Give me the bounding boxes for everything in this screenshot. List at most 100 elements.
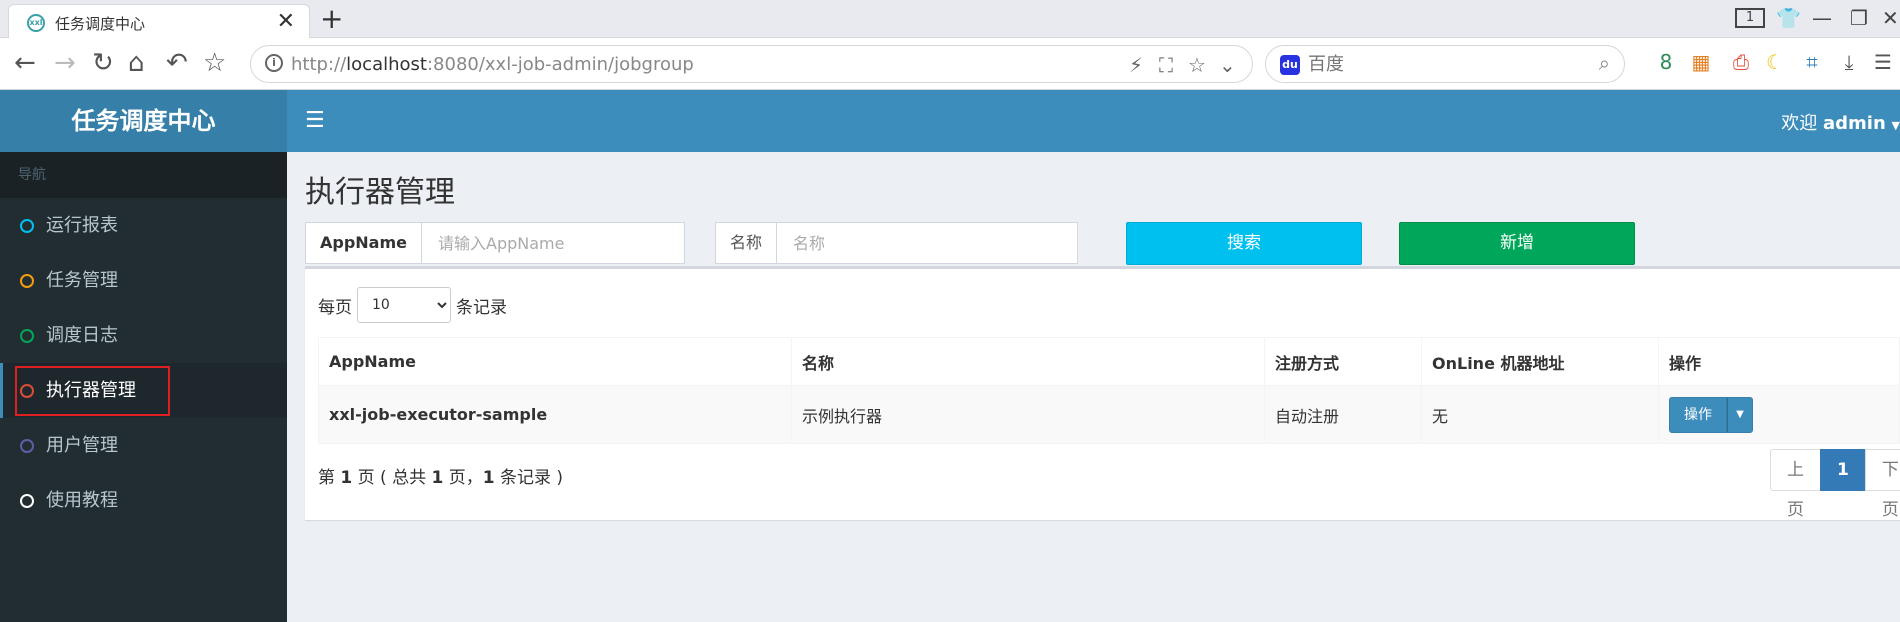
action-dropdown-icon[interactable]: ▼ [1727,396,1753,433]
forward-icon[interactable]: → [54,48,76,78]
new-tab-icon[interactable]: + [320,2,343,35]
next-page-button[interactable]: 下页 [1864,449,1900,520]
page-length-select[interactable]: 10 [357,287,451,323]
cell-online: 无 [1421,385,1659,444]
info-total-pages: 1 [431,468,444,488]
sidebar-item-reports[interactable]: 运行报表 [0,198,287,253]
table-row: xxl-job-executor-sample 示例执行器 自动注册 无 操作 … [318,385,1900,444]
screenshot-icon[interactable]: ⛶ [1159,53,1173,77]
night-mode-icon[interactable]: ☾ [1762,49,1788,75]
home-icon[interactable]: ⌂ [128,48,145,78]
name-input[interactable] [777,222,1079,264]
info-text: 页 ( 总共 [352,468,432,488]
tab-count-icon[interactable]: 1 [1735,8,1765,28]
column-header-name[interactable]: 名称 [791,337,1265,386]
extension-green-icon[interactable]: 8 [1653,49,1679,75]
url-text[interactable]: http://localhost:8080/xxl-job-admin/jobg… [291,54,694,75]
sidebar-menu: 运行报表 任务管理 调度日志 执行器管理 用户管理 使用教程 [0,198,287,528]
sidebar-item-logs[interactable]: 调度日志 [0,308,287,363]
action-button[interactable]: 操作 [1669,396,1727,433]
sidebar-item-executors[interactable]: 执行器管理 [0,363,287,418]
caret-down-icon: ▼ [1891,119,1900,132]
restore-icon[interactable]: ❐ [1850,6,1868,30]
url-bar[interactable]: i http://localhost:8080/xxl-job-admin/jo… [250,45,1253,83]
sidebar-item-jobs[interactable]: 任务管理 [0,253,287,308]
minimize-icon[interactable]: — [1812,6,1832,30]
sidebar-item-label: 调度日志 [46,325,118,346]
info-text: 条记录 ) [494,468,564,488]
lightning-icon[interactable]: ⚡ [1129,53,1143,77]
column-header-action: 操作 [1658,337,1900,386]
appname-label: AppName [305,222,422,264]
page-title: 执行器管理 [305,175,455,210]
name-label: 名称 [715,222,778,264]
url-path: :8080/xxl-job-admin/jobgroup [426,54,694,75]
chevron-down-icon[interactable]: ⌄ [1219,53,1236,77]
circle-icon [20,494,34,508]
cell-appname: xxl-job-executor-sample [318,385,792,444]
name-filter: 名称 [715,222,1079,264]
appname-filter: AppName [305,222,685,264]
pdf-icon[interactable]: ⎙ [1728,49,1754,75]
info-page: 1 [340,468,353,488]
add-button[interactable]: 新增 [1399,222,1635,265]
column-header-appname[interactable]: AppName [318,337,792,386]
site-info-icon[interactable]: i [265,54,283,72]
sidebar-item-label: 执行器管理 [46,380,136,401]
top-navbar: ☰ 欢迎 admin ▼ [287,90,1900,152]
reload-icon[interactable]: ↻ [92,48,114,78]
sidebar-item-help[interactable]: 使用教程 [0,473,287,528]
close-tab-icon[interactable]: ✕ [277,9,295,34]
sidebar-item-label: 用户管理 [46,435,118,456]
bookmark-icon[interactable]: ☆ [203,48,226,78]
browser-tab-bar: xxl 任务调度中心 ✕ + 1 👕 — ❐ ✕ [0,0,1900,38]
action-button-group: 操作 ▼ [1669,396,1753,433]
browser-address-bar: ← → ↻ ⌂ ↶ ☆ i http://localhost:8080/xxl-… [0,38,1900,90]
close-window-icon[interactable]: ✕ [1882,6,1899,30]
info-records: 1 [482,468,495,488]
sidebar: 导航 运行报表 任务管理 调度日志 执行器管理 用户管理 使用教程 [0,152,287,622]
download-icon[interactable]: ⤓ [1836,49,1862,75]
appname-input[interactable] [422,222,685,264]
column-header-reg-type[interactable]: 注册方式 [1264,337,1422,386]
search-button[interactable]: 搜索 [1126,222,1362,265]
executor-table-box: 每页 10 条记录 AppName 名称 注册方式 OnLine 机器地址 操作… [305,266,1900,520]
column-header-online[interactable]: OnLine 机器地址 [1421,337,1659,386]
back-icon[interactable]: ← [14,48,36,78]
skin-icon[interactable]: 👕 [1776,6,1801,30]
browser-search-input[interactable] [1308,52,1568,76]
welcome-text: 欢迎 [1781,113,1818,134]
baidu-icon: du [1280,55,1300,75]
cell-reg-type: 自动注册 [1264,385,1422,444]
pagination: 上页 1 下页 [1770,449,1900,520]
executor-table: AppName 名称 注册方式 OnLine 机器地址 操作 xxl-job-e… [318,337,1900,444]
user-menu[interactable]: 欢迎 admin ▼ [1781,109,1900,135]
tab-title: 任务调度中心 [55,15,146,33]
info-text: 第 [318,468,341,488]
search-icon[interactable]: ⌕ [1599,51,1610,75]
app-logo[interactable]: 任务调度中心 [0,90,287,152]
browser-search-box[interactable]: du ⌕ [1265,45,1625,83]
sidebar-item-users[interactable]: 用户管理 [0,418,287,473]
app-grid-icon[interactable]: ▦ [1688,49,1714,75]
sidebar-item-label: 使用教程 [46,490,118,511]
url-host: localhost [346,54,427,75]
circle-icon [20,384,34,398]
pagination-info: 第 1 页 ( 总共 1 页，1 条记录 ) [318,463,563,488]
crop-icon[interactable]: ⌗ [1799,49,1825,75]
page-length-suffix: 条记录 [456,297,507,318]
username: admin [1823,113,1886,134]
page-length-control: 每页 10 条记录 [318,287,507,323]
menu-icon[interactable]: ☰ [1870,49,1896,75]
circle-icon [20,439,34,453]
favorite-star-icon[interactable]: ☆ [1188,53,1206,77]
page-length-prefix: 每页 [318,297,352,318]
sidebar-item-label: 运行报表 [46,215,118,236]
sidebar-toggle-icon[interactable]: ☰ [305,108,325,133]
browser-tab[interactable]: xxl 任务调度中心 ✕ [8,4,310,38]
page-1-button[interactable]: 1 [1820,449,1866,491]
sidebar-header: 导航 [0,152,287,198]
circle-icon [20,274,34,288]
prev-page-button[interactable]: 上页 [1770,449,1821,520]
undo-close-icon[interactable]: ↶ [166,48,188,78]
